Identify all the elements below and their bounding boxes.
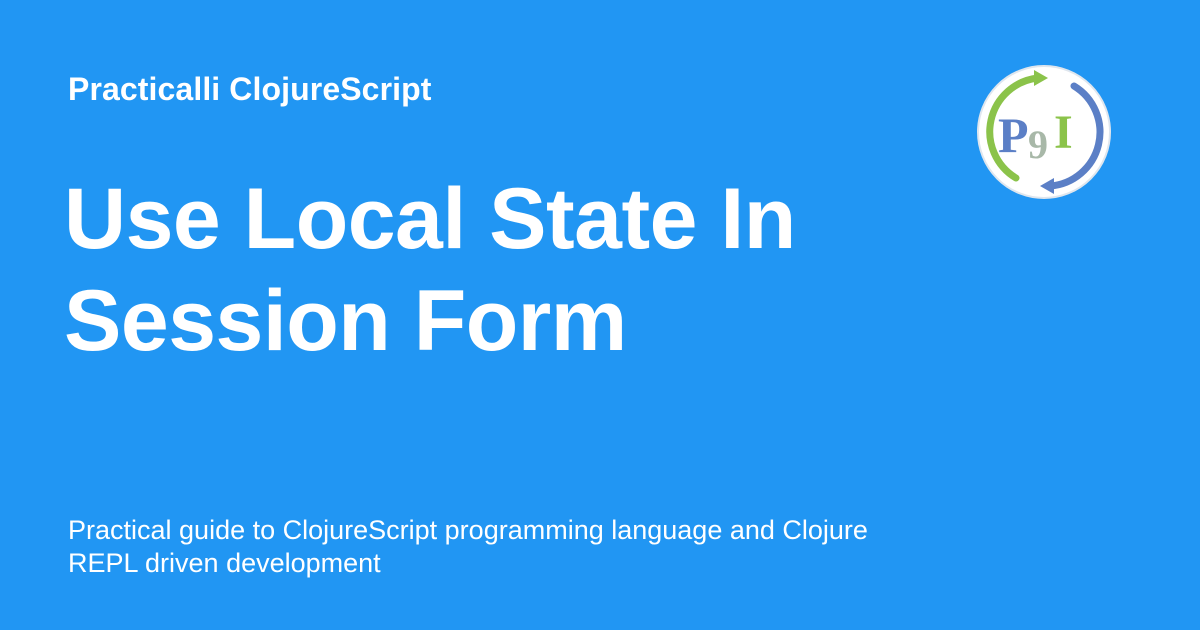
practicalli-logo-icon: P 9 I [976, 64, 1112, 200]
page-title-line-2: Session Form [64, 273, 627, 369]
logo-letter-i: I [1054, 106, 1073, 159]
description-line-1: Practical guide to ClojureScript program… [68, 515, 868, 545]
page-title-line-1: Use Local State In [64, 171, 796, 267]
logo-letter-p: P [998, 107, 1029, 163]
social-card: Practicalli ClojureScript Use Local Stat… [0, 0, 1200, 630]
site-description: Practical guide to ClojureScript program… [68, 514, 968, 580]
logo-letter-nine: 9 [1028, 122, 1048, 167]
description-line-2: REPL driven development [68, 548, 381, 578]
page-title: Use Local State In Session Form [64, 168, 924, 372]
site-name: Practicalli ClojureScript [68, 71, 432, 107]
